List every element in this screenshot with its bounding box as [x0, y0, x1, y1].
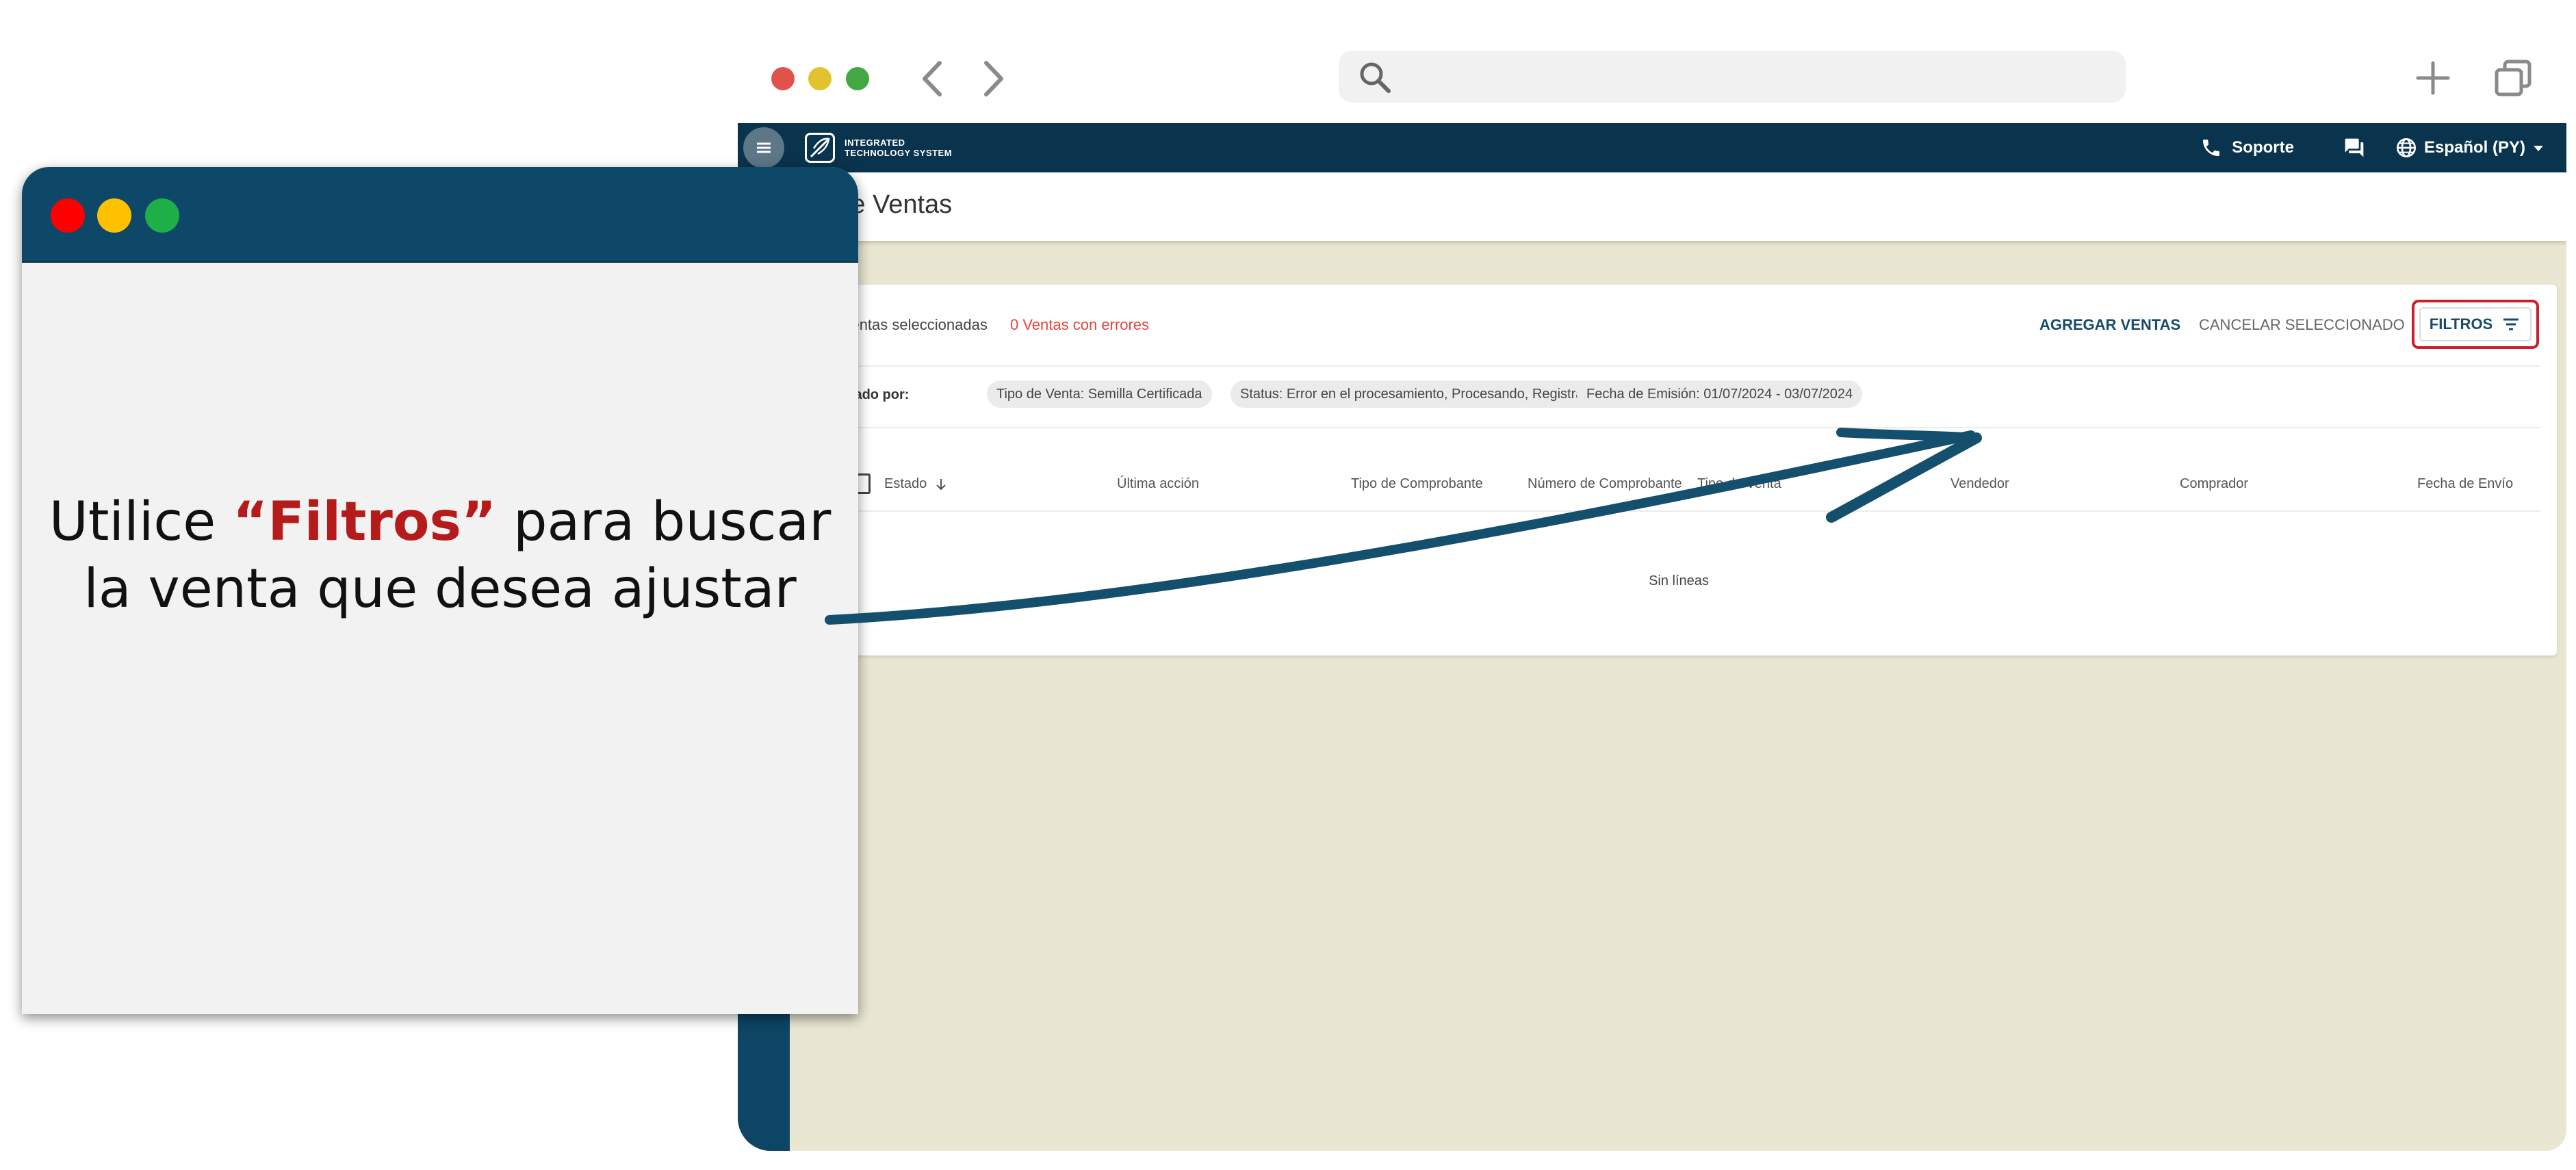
window-close-dot[interactable]: [771, 67, 795, 90]
address-bar[interactable]: [1339, 51, 2126, 103]
chat-icon: [2345, 138, 2364, 157]
callout-red-dot: [51, 198, 85, 233]
sales-panel-card: Ventas seleccionadas 0 Ventas con errore…: [801, 285, 2557, 655]
sort-arrow-down-icon: [936, 478, 946, 490]
search-icon: [1360, 62, 1391, 93]
add-sales-button[interactable]: AGREGAR VENTAS: [2039, 316, 2180, 334]
chat-button[interactable]: [2343, 137, 2365, 159]
column-header-sale-type[interactable]: Tipo de Venta: [1697, 476, 1781, 492]
caret-down-icon: [2534, 146, 2543, 151]
language-selector[interactable]: Español (PY): [2395, 137, 2546, 159]
column-header-buyer[interactable]: Comprador: [2180, 476, 2248, 492]
cancel-selected-button[interactable]: CANCELAR SELECCIONADO: [2199, 316, 2405, 334]
empty-table-message: Sin líneas: [1649, 573, 1709, 588]
sales-errors-count[interactable]: 0 Ventas con errores: [1010, 316, 1149, 334]
menu-button[interactable]: [743, 127, 784, 168]
address-input[interactable]: [1404, 57, 2109, 96]
logo-text-line1: INTEGRATED: [845, 138, 905, 148]
filter-chip-issue-date[interactable]: Fecha de Emisión: 01/07/2024 - 03/07/202…: [1577, 380, 1863, 408]
app-window: INTEGRATED TECHNOLOGY SYSTEM Soporte Esp…: [738, 123, 2566, 1151]
column-header-send-date[interactable]: Fecha de Envío: [2417, 476, 2513, 492]
tabs-icon[interactable]: [2493, 57, 2534, 99]
back-arrow-icon[interactable]: [912, 56, 953, 101]
forward-arrow-icon[interactable]: [973, 56, 1014, 101]
phone-icon: [2203, 140, 2220, 156]
filters-button[interactable]: FILTROS: [2412, 300, 2539, 349]
column-header-last-action[interactable]: Última acción: [1117, 476, 1199, 492]
column-header-receipt-number[interactable]: Número de Comprobante: [1528, 476, 1682, 492]
globe-icon: [2396, 138, 2416, 157]
instruction-callout: Utilice “Filtros” para buscar la venta q…: [22, 167, 858, 1014]
selected-sales-count: Ventas seleccionadas: [842, 316, 988, 333]
language-label: Español (PY): [2423, 138, 2525, 157]
app-navbar: INTEGRATED TECHNOLOGY SYSTEM Soporte Esp…: [738, 123, 2566, 172]
logo-text-line2: TECHNOLOGY SYSTEM: [845, 148, 953, 158]
support-label: Soporte: [2232, 138, 2294, 157]
plus-icon[interactable]: [2412, 57, 2453, 99]
page-header: el de Ventas: [738, 172, 2566, 241]
hamburger-icon: [757, 142, 771, 153]
support-link[interactable]: Soporte: [2200, 137, 2294, 159]
filters-label: FILTROS: [2429, 315, 2493, 333]
divider: [842, 427, 2540, 428]
callout-text-before: Utilice: [49, 491, 233, 553]
column-header-receipt-type[interactable]: Tipo de Comprobante: [1351, 476, 1483, 492]
divider: [842, 510, 2540, 512]
window-maximize-dot[interactable]: [846, 67, 869, 90]
column-label-estado: Estado: [884, 476, 927, 491]
column-header-seller[interactable]: Vendedor: [1950, 476, 2009, 492]
filter-chip-sale-type[interactable]: Tipo de Venta: Semilla Certificada: [987, 380, 1212, 408]
app-logo[interactable]: INTEGRATED TECHNOLOGY SYSTEM: [805, 133, 981, 163]
leaf-logo-icon: [805, 133, 835, 163]
callout-yellow-dot: [97, 198, 131, 233]
callout-highlight: “Filtros”: [233, 491, 497, 553]
callout-green-dot: [145, 198, 179, 233]
filter-icon: [2503, 318, 2519, 330]
callout-titlebar: [22, 167, 858, 263]
divider: [842, 365, 2540, 367]
callout-instruction-text: Utilice “Filtros” para buscar la venta q…: [22, 489, 858, 623]
column-header-estado[interactable]: Estado: [884, 476, 949, 492]
window-minimize-dot[interactable]: [808, 67, 832, 90]
